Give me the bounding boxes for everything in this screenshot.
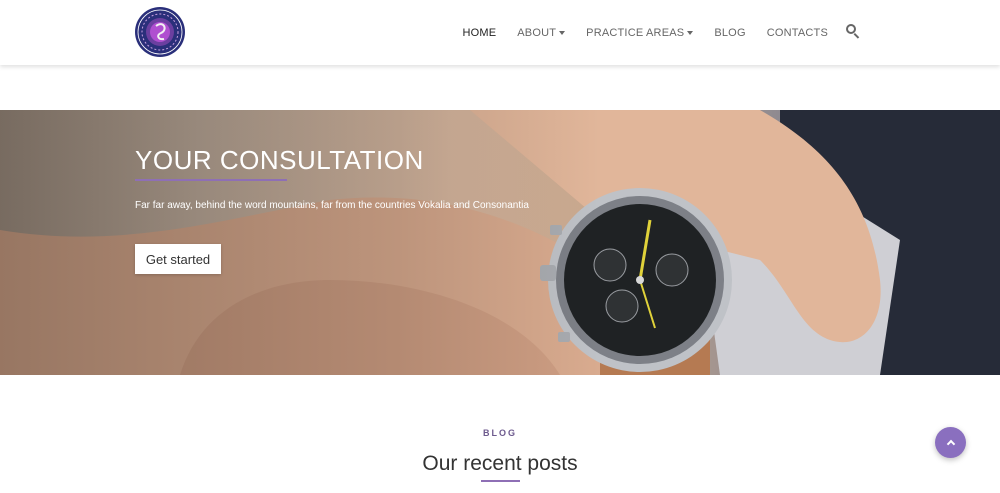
nav-item-about[interactable]: ABOUT bbox=[517, 26, 566, 39]
caret-down-icon bbox=[559, 30, 566, 35]
section-title-underline bbox=[481, 480, 520, 482]
section-title: Our recent posts bbox=[422, 452, 578, 475]
caret-down-icon bbox=[687, 30, 694, 35]
hero-section: YOUR CONSULTATION Far far away, behind t… bbox=[0, 110, 1000, 375]
nav-item-label: HOME bbox=[462, 26, 497, 39]
nav-item-contacts[interactable]: CONTACTS bbox=[767, 27, 828, 39]
hero-title: YOUR CONSULTATION bbox=[135, 145, 424, 175]
nav-item-blog[interactable]: BLOG bbox=[714, 27, 745, 39]
main-nav: HOME ABOUT PRACTICE AREAS BLOG CONTACTS bbox=[441, 0, 860, 65]
nav-item-label: CONTACTS bbox=[766, 26, 828, 39]
site-logo[interactable] bbox=[134, 6, 186, 58]
site-header: HOME ABOUT PRACTICE AREAS BLOG CONTACTS bbox=[0, 0, 1000, 65]
search-icon[interactable] bbox=[846, 23, 860, 39]
nav-item-label: ABOUT bbox=[517, 26, 557, 39]
hero-subtitle: Far far away, behind the word mountains,… bbox=[135, 200, 529, 211]
nav-item-home[interactable]: HOME bbox=[462, 27, 496, 39]
nav-item-label: PRACTICE AREAS bbox=[586, 26, 685, 39]
back-to-top-button[interactable] bbox=[935, 427, 966, 458]
section-kicker: BLOG bbox=[483, 428, 517, 438]
nav-item-practice-areas[interactable]: PRACTICE AREAS bbox=[586, 26, 694, 39]
chevron-up-icon bbox=[946, 439, 955, 449]
hero-title-underline bbox=[135, 179, 287, 181]
nav-item-label: BLOG bbox=[714, 26, 746, 39]
get-started-button[interactable]: Get started bbox=[135, 244, 221, 274]
logo-emblem-icon bbox=[135, 7, 185, 57]
